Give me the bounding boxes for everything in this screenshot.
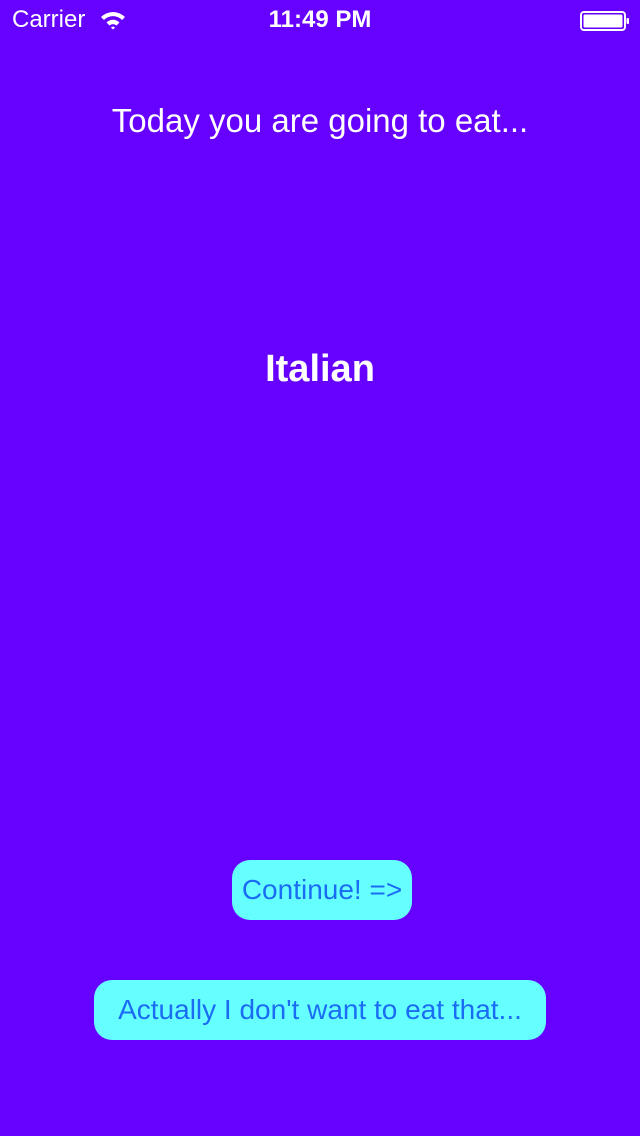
battery-icon [580,11,629,31]
cuisine-result: Italian [265,348,375,390]
status-time: 11:49 PM [268,6,372,33]
headline: Today you are going to eat... [111,102,529,139]
status-bar: Carrier 11:49 PM [0,0,640,40]
reject-button[interactable]: Actually I don't want to eat that... [94,980,546,1040]
continue-button[interactable]: Continue! => [232,860,412,920]
